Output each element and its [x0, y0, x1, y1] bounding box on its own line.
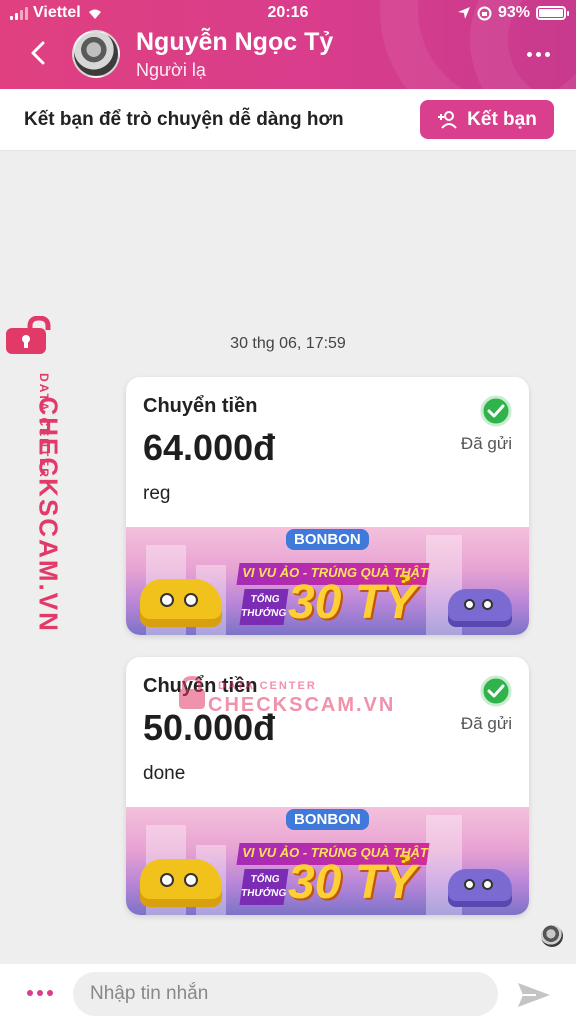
purple-car-illustration — [448, 869, 512, 907]
transfer-status: Đã gửi — [460, 714, 512, 733]
transfer-message-card[interactable]: Chuyển tiền 64.000đ reg Đã gửi BONBON VI… — [126, 377, 529, 635]
banner-prize: 30 TỶ — [288, 576, 417, 629]
add-friend-banner: Kết bạn để trò chuyện dễ dàng hơn Kết bạ… — [0, 89, 576, 151]
yellow-car-illustration — [140, 579, 222, 627]
battery-icon — [536, 6, 569, 20]
transfer-status: Đã gửi — [460, 434, 512, 453]
message-date: 30 thg 06, 17:59 — [230, 335, 346, 352]
add-friend-button-label: Kết bạn — [467, 108, 537, 130]
message-input[interactable]: Nhập tin nhắn — [73, 972, 498, 1016]
battery-percent: 93% — [497, 4, 530, 21]
banner-total-label: TỔNG THƯỞNG — [239, 589, 289, 625]
message-input-bar: Nhập tin nhắn — [0, 964, 576, 1024]
banner-logo: BONBON — [286, 529, 369, 550]
watermark-center: DATA CENTER CHECKSCAM.VN — [178, 672, 393, 722]
check-circle-icon — [480, 675, 512, 707]
add-friend-prompt: Kết bạn để trò chuyện dễ dàng hơn — [24, 109, 344, 130]
promo-banner[interactable]: BONBON VI VU ẢO - TRÚNG QUÀ THẬT TỔNG TH… — [126, 807, 529, 915]
transfer-note: done — [143, 763, 186, 784]
watermark-tag: DATA CENTER — [218, 680, 317, 692]
send-icon[interactable] — [516, 980, 552, 1010]
more-actions-button[interactable] — [27, 990, 53, 996]
check-circle-icon — [480, 395, 512, 427]
battery-fill — [539, 9, 564, 17]
more-options-button[interactable] — [527, 52, 550, 57]
banner-prize: 30 TỶ — [288, 856, 417, 909]
avatar[interactable] — [72, 30, 120, 78]
add-user-icon — [438, 110, 457, 129]
transfer-title: Chuyển tiền — [143, 395, 258, 417]
banner-logo: BONBON — [286, 809, 369, 830]
contact-name[interactable]: Nguyễn Ngọc Tỷ — [136, 28, 333, 57]
contact-subtitle: Người lạ — [136, 60, 206, 80]
add-friend-button[interactable]: Kết bạn — [420, 100, 554, 139]
watermark-brand: CHECKSCAM.VN — [208, 694, 396, 716]
chat-header: Viettel 20:16 93% Nguyễn Ngọc Tỷ Người l… — [0, 0, 576, 89]
banner-total-label: TỔNG THƯỞNG — [239, 869, 289, 905]
purple-car-illustration — [448, 589, 512, 627]
lock-icon — [179, 676, 205, 709]
seen-avatar — [541, 925, 563, 947]
transfer-note: reg — [143, 483, 171, 504]
promo-banner[interactable]: BONBON VI VU ẢO - TRÚNG QUÀ THẬT TỔNG TH… — [126, 527, 529, 635]
status-bar: Viettel 20:16 93% — [0, 4, 576, 26]
watermark-tag: DATA CENTER — [37, 373, 51, 479]
watermark-left: CHECKSCAM.VN DATA CENTER — [6, 316, 64, 633]
yellow-car-illustration — [140, 859, 222, 907]
rotation-lock-icon — [477, 6, 492, 20]
back-button[interactable] — [24, 38, 54, 68]
location-icon — [457, 7, 470, 19]
transfer-amount: 64.000đ — [143, 427, 276, 468]
